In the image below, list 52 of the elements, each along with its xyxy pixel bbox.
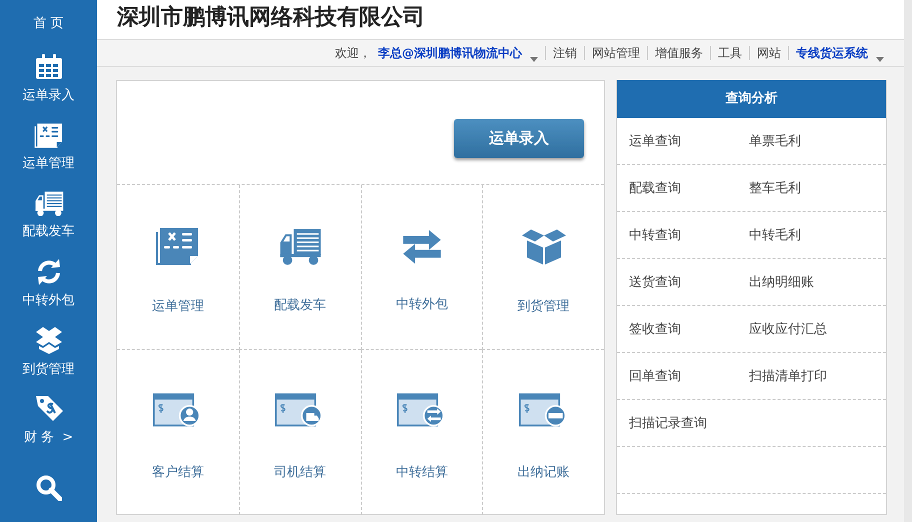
- query-link[interactable]: 送货查询: [629, 273, 749, 291]
- dropdown-menu[interactable]: 专线货运系统: [796, 44, 884, 62]
- sidebar-item[interactable]: 首 页: [0, 0, 97, 46]
- query-link[interactable]: 出纳明细账: [749, 273, 886, 291]
- sidebar-item[interactable]: 到货管理: [0, 318, 97, 386]
- spreadsheet-icon: [34, 122, 64, 148]
- spreadsheet-icon: [154, 227, 201, 267]
- tile-link[interactable]: 客户结算: [152, 462, 204, 480]
- query-link[interactable]: 单票毛利: [749, 132, 886, 150]
- nav-link[interactable]: 网站管理: [592, 44, 640, 62]
- stacked-boxes-icon: [34, 326, 62, 354]
- tile-link[interactable]: 中转外包: [396, 294, 448, 313]
- sidebar-item[interactable]: 中转外包: [0, 250, 97, 318]
- refresh-icon: [36, 258, 62, 285]
- tile-link[interactable]: 出纳记账: [518, 462, 570, 480]
- query-link[interactable]: 中转毛利: [749, 226, 886, 244]
- open-box-icon: [520, 227, 567, 267]
- dropdown-menu[interactable]: 李总@深圳鹏博讯物流中心: [378, 44, 538, 62]
- sidebar-item[interactable]: 运单录入: [0, 45, 97, 114]
- tile-link[interactable]: 到货管理: [518, 296, 570, 315]
- nav-link[interactable]: 增值服务: [655, 44, 703, 62]
- query-link[interactable]: 配载查询: [629, 179, 749, 197]
- tile-link[interactable]: 配载发车: [274, 296, 326, 314]
- calendar-icon: [34, 54, 62, 80]
- panel-title: 查询分析: [726, 90, 778, 108]
- price-tag-icon: [34, 394, 64, 422]
- query-link[interactable]: 回单查询: [629, 367, 749, 385]
- query-link[interactable]: 签收查询: [629, 320, 749, 338]
- query-link[interactable]: 整车毛利: [749, 179, 886, 197]
- nav-link[interactable]: 工具: [718, 44, 742, 62]
- primary-button[interactable]: 运单录入: [454, 119, 584, 158]
- nav-link[interactable]: 网站: [757, 44, 781, 62]
- query-link[interactable]: 应收应付汇总: [749, 320, 886, 338]
- search-icon[interactable]: [36, 475, 62, 501]
- swap-arrows-icon: [400, 229, 443, 265]
- query-link[interactable]: 中转查询: [629, 226, 749, 244]
- nav-link[interactable]: 注销: [553, 44, 577, 62]
- query-link[interactable]: 扫描记录查询: [629, 414, 749, 432]
- truck-icon: [278, 228, 322, 266]
- tile-link[interactable]: 运单管理: [152, 296, 204, 315]
- caret-icon: [876, 56, 884, 62]
- caret-icon: [530, 56, 538, 62]
- tile-link[interactable]: 司机结算: [274, 462, 326, 480]
- query-link[interactable]: 扫描清单打印: [749, 367, 886, 385]
- tile-link[interactable]: 中转结算: [396, 462, 448, 480]
- sidebar-item[interactable]: 财 务 >: [0, 386, 97, 454]
- sidebar-item[interactable]: 配载发车: [0, 182, 97, 250]
- sidebar-item[interactable]: 运单管理: [0, 113, 97, 182]
- welcome-text: 欢迎，: [335, 44, 371, 62]
- company-title: 深圳市鹏博讯网络科技有限公司: [117, 4, 425, 32]
- query-link[interactable]: 运单查询: [629, 132, 749, 150]
- truck-icon: [34, 190, 64, 216]
